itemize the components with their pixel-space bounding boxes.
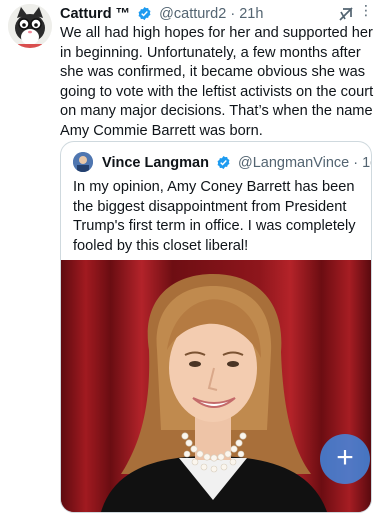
verified-badge-icon (137, 6, 152, 26)
tweet-text: We all had high hopes for her and suppor… (60, 25, 374, 139)
compose-plus-icon: + (336, 441, 354, 474)
author-avatar[interactable] (8, 4, 52, 48)
quote-time[interactable]: 1d (362, 155, 371, 171)
cat-avatar-image (8, 4, 52, 48)
quote-time-separator: · (353, 155, 359, 171)
quote-author-handle[interactable]: @LangmanVince (238, 155, 349, 171)
author-name[interactable]: Catturd ™ (60, 6, 130, 22)
quote-text: In my opinion, Amy Coney Barrett has bee… (73, 179, 356, 254)
tweet-time[interactable]: 21h (239, 6, 263, 22)
quote-author-avatar[interactable] (73, 152, 93, 172)
author-handle[interactable]: @catturd2 (159, 6, 226, 22)
more-options-icon[interactable]: ⋮ (359, 2, 374, 19)
compose-plus-button[interactable]: + (320, 434, 370, 484)
quote-author-name[interactable]: Vince Langman (102, 155, 209, 171)
time-separator: · (230, 6, 236, 22)
quote-header: Vince Langman @LangmanVince · 1d (73, 152, 371, 172)
verified-badge-icon (216, 155, 231, 176)
tweet-header: Catturd ™ @catturd2 · 21h (60, 5, 366, 23)
